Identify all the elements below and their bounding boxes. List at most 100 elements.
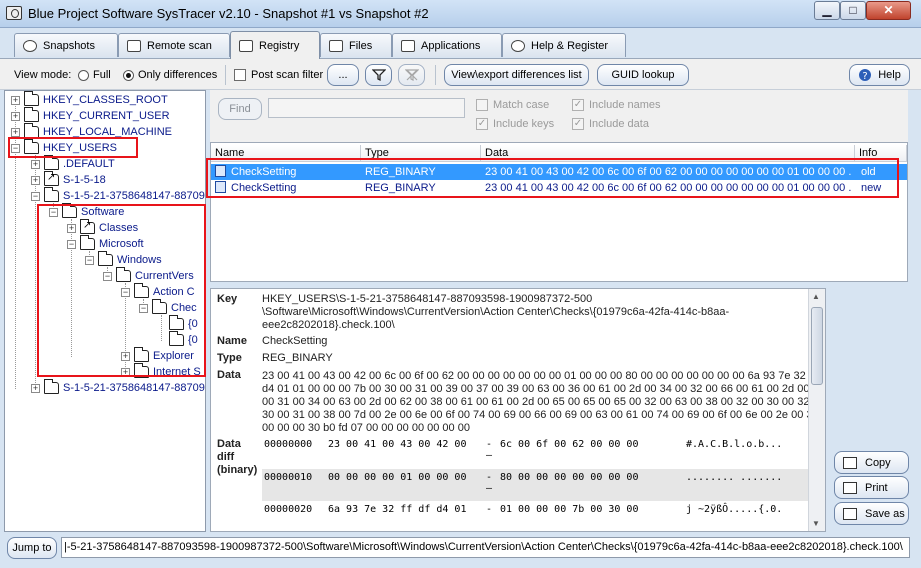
checkbox-box xyxy=(476,99,488,111)
expand-icon[interactable]: + xyxy=(11,111,20,121)
folder-icon xyxy=(24,91,39,106)
expand-icon[interactable]: + xyxy=(31,159,40,169)
column-header-info[interactable]: Info xyxy=(855,145,907,162)
expand-icon[interactable]: + xyxy=(121,351,130,361)
list-row-old[interactable]: CheckSetting REG_BINARY 23 00 41 00 43 0… xyxy=(211,164,907,180)
collapse-icon[interactable]: − xyxy=(49,207,58,217)
tree-item-user-sid-2[interactable]: + S-1-5-21-3758648147-88709 xyxy=(31,379,205,396)
copy-label: Copy xyxy=(865,456,891,469)
save-as-button[interactable]: Save as xyxy=(834,502,909,525)
print-button[interactable]: Print xyxy=(834,476,909,499)
key-label: Key xyxy=(217,293,238,305)
tree-item-default[interactable]: + .DEFAULT xyxy=(31,155,115,172)
tree-item-internet-settings[interactable]: + Internet S xyxy=(121,363,201,380)
find-bar: Find Match case ✓ Include names ✓ Includ… xyxy=(210,90,908,142)
collapse-icon[interactable]: − xyxy=(67,239,76,249)
tree-item-classes[interactable]: + Classes xyxy=(67,219,138,236)
tree-item-check-guid-1[interactable]: {0 xyxy=(169,315,198,332)
tab-help-register[interactable]: Help & Register xyxy=(502,33,626,57)
tab-snapshots[interactable]: Snapshots xyxy=(14,33,118,57)
row-data: 23 00 41 00 43 00 42 00 6c 00 6f 00 62 0… xyxy=(485,166,851,178)
collapse-icon[interactable]: − xyxy=(85,255,94,265)
scrollbar-thumb[interactable] xyxy=(811,307,823,385)
minimize-button[interactable]: ▁ xyxy=(814,1,840,20)
tree-connector xyxy=(161,315,162,341)
expand-icon[interactable]: + xyxy=(11,95,20,105)
apply-filter-button[interactable] xyxy=(365,64,392,86)
hex-bytes-1: 23 00 41 00 43 00 42 00 xyxy=(328,439,467,450)
details-scrollbar[interactable]: ▲ ▼ xyxy=(808,289,825,531)
export-differences-button[interactable]: View\export differences list xyxy=(444,64,589,86)
hex-bytes-2: 80 00 00 00 00 00 00 00 xyxy=(500,472,639,483)
folder-icon xyxy=(62,203,77,218)
clear-filter-button[interactable] xyxy=(398,64,425,86)
scroll-up-icon[interactable]: ▲ xyxy=(812,292,820,301)
tree-item-hkey-current-user[interactable]: + HKEY_CURRENT_USER xyxy=(11,107,170,124)
tree-item-microsoft[interactable]: − Microsoft xyxy=(67,235,144,252)
expand-icon[interactable]: + xyxy=(121,367,130,377)
registry-icon xyxy=(239,39,253,52)
tree-item-currentversion[interactable]: − CurrentVers xyxy=(103,267,194,284)
column-header-type[interactable]: Type xyxy=(361,145,481,162)
find-button[interactable]: Find xyxy=(218,98,262,120)
include-names-checkbox[interactable]: ✓ Include names xyxy=(572,99,661,111)
tree-item-s-1-5-18[interactable]: + S-1-5-18 xyxy=(31,171,106,188)
tab-applications[interactable]: Applications xyxy=(392,33,502,57)
hex-offset: 00000020 xyxy=(264,504,313,515)
include-keys-checkbox[interactable]: ✓ Include keys xyxy=(476,118,554,130)
expand-icon[interactable]: + xyxy=(67,223,76,233)
scroll-down-icon[interactable]: ▼ xyxy=(812,519,820,528)
match-case-checkbox[interactable]: Match case xyxy=(476,99,549,111)
collapse-icon[interactable]: − xyxy=(11,143,20,153)
tree-item-explorer[interactable]: + Explorer xyxy=(121,347,194,364)
maximize-button[interactable]: □ xyxy=(840,1,866,20)
full-label: Full xyxy=(93,69,111,81)
expand-icon[interactable]: + xyxy=(11,127,20,137)
tree-item-user-sid[interactable]: − S-1-5-21-3758648147-88709 xyxy=(31,187,205,204)
guid-lookup-button[interactable]: GUID lookup xyxy=(597,64,689,86)
main-tab-bar: Snapshots Remote scan Registry Files App… xyxy=(0,28,921,59)
include-data-checkbox[interactable]: ✓ Include data xyxy=(572,118,649,130)
expand-icon[interactable]: + xyxy=(31,175,40,185)
hex-change-marker: – xyxy=(486,450,493,461)
tree-item-checks[interactable]: − Chec xyxy=(139,299,197,316)
window-title: Blue Project Software SysTracer v2.10 - … xyxy=(28,6,429,21)
full-radio[interactable]: Full xyxy=(78,59,111,91)
jump-to-button[interactable]: Jump to xyxy=(7,537,57,559)
tree-item-action-center[interactable]: − Action C xyxy=(121,283,195,300)
filter-icon xyxy=(371,69,386,82)
only-differences-radio[interactable]: Only differences xyxy=(123,59,217,91)
tree-item-software[interactable]: − Software xyxy=(49,203,124,220)
column-header-data[interactable]: Data xyxy=(481,145,855,162)
folder-icon xyxy=(44,379,59,394)
find-input[interactable] xyxy=(268,98,465,118)
copy-button[interactable]: Copy xyxy=(834,451,909,474)
help-icon: ? xyxy=(859,69,872,82)
tree-item-hkey-users[interactable]: − HKEY_USERS xyxy=(11,139,117,156)
help-button[interactable]: ? Help xyxy=(849,64,910,86)
differences-list[interactable]: Name Type Data Info CheckSetting REG_BIN… xyxy=(210,142,908,282)
tab-remote-scan[interactable]: Remote scan xyxy=(118,33,230,57)
filter-options-button[interactable]: ... xyxy=(327,64,359,86)
collapse-icon[interactable]: − xyxy=(121,287,130,297)
column-header-name[interactable]: Name xyxy=(211,145,361,162)
collapse-icon[interactable]: − xyxy=(139,303,148,313)
post-scan-filter-checkbox[interactable]: Post scan filter xyxy=(234,59,323,91)
tree-item-check-guid-2[interactable]: {0 xyxy=(169,331,198,348)
app-icon xyxy=(6,6,22,20)
tree-item-hkey-classes-root[interactable]: + HKEY_CLASSES_ROOT xyxy=(11,91,168,108)
collapse-icon[interactable]: − xyxy=(103,271,112,281)
tree-item-windows[interactable]: − Windows xyxy=(85,251,162,268)
registry-path-field[interactable]: |-5-21-3758648147-887093598-1900987372-5… xyxy=(61,537,910,558)
collapse-icon[interactable]: − xyxy=(31,191,40,201)
tab-registry[interactable]: Registry xyxy=(230,31,320,59)
expand-icon[interactable]: + xyxy=(31,383,40,393)
clear-filter-icon xyxy=(404,69,419,81)
tab-files[interactable]: Files xyxy=(320,33,392,57)
tree-item-hkey-local-machine[interactable]: + HKEY_LOCAL_MACHINE xyxy=(11,123,172,140)
close-button[interactable]: ✕ xyxy=(866,1,911,20)
registry-tree[interactable]: + HKEY_CLASSES_ROOT + HKEY_CURRENT_USER … xyxy=(4,90,206,532)
list-row-new[interactable]: CheckSetting REG_BINARY 23 00 41 00 43 0… xyxy=(211,180,907,196)
tree-item-label: S-1-5-21-3758648147-88709 xyxy=(63,190,205,202)
folder-icon xyxy=(134,347,149,362)
